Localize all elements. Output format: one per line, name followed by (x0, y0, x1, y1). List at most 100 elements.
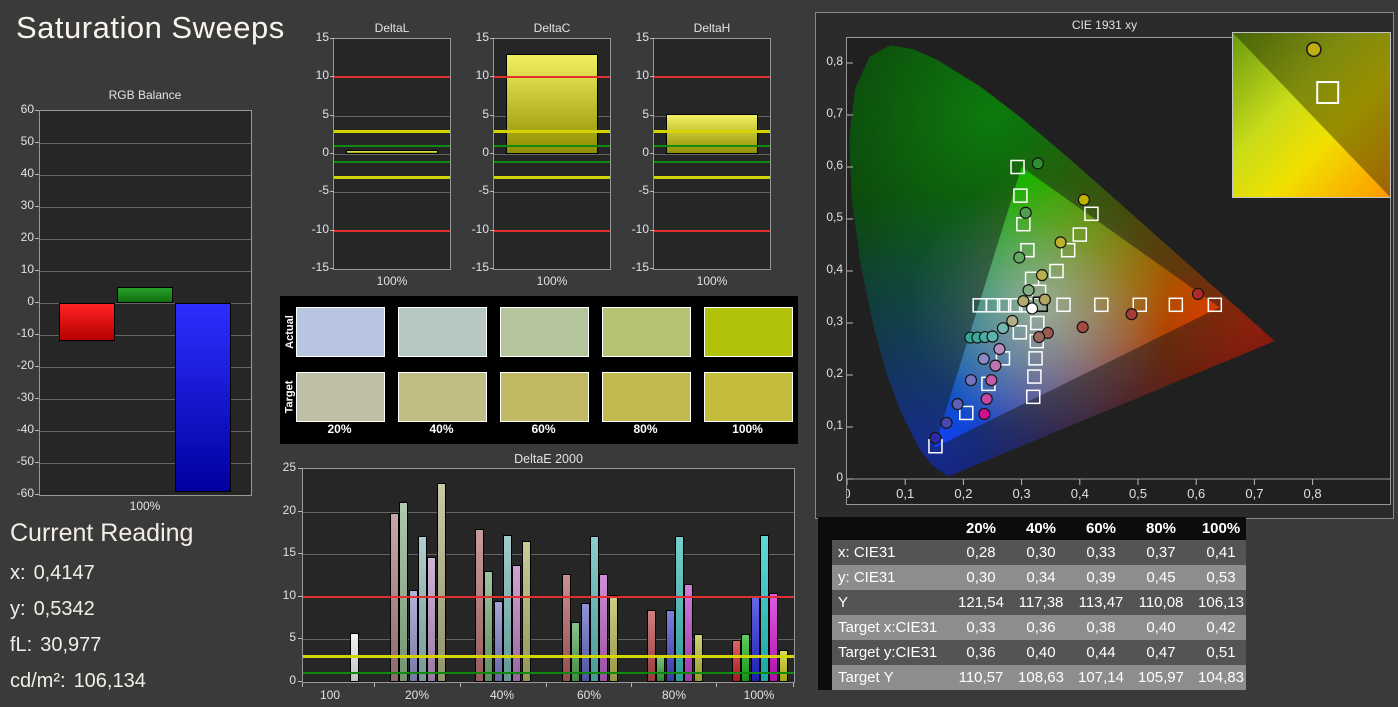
bar (684, 584, 694, 682)
table-row-label: Target Y (838, 669, 894, 686)
cie-x-tick-label: 0,3 (1013, 486, 1031, 501)
bar (731, 640, 741, 682)
y-axis-tick (35, 366, 39, 367)
reference-line (334, 76, 450, 79)
deltaL-chart: DeltaL 15 10 5 0 -5 -10 -15 100% (300, 8, 468, 293)
y-axis-label: -10 (631, 221, 649, 236)
y-axis-label: 10 (475, 68, 489, 83)
gridline (334, 115, 450, 117)
reference-line (654, 76, 770, 79)
table-value-cell: 0,28 (966, 544, 996, 561)
y-axis-label: 5 (289, 630, 296, 645)
deltae-x-tick (302, 683, 303, 687)
table-value-cell: 0,39 (1086, 569, 1116, 586)
deltae-x-label: 100% (743, 688, 775, 702)
bar (503, 534, 512, 682)
bar (646, 610, 656, 682)
y-axis-tick (330, 191, 334, 193)
reference-line (303, 654, 794, 658)
gridline (654, 154, 770, 155)
rgb-balance-plot (39, 110, 252, 496)
table-header-cell: 100% (1201, 520, 1241, 537)
y-axis-label: 15 (635, 30, 649, 44)
bar (408, 589, 418, 682)
gridline (40, 239, 251, 240)
gridline (40, 175, 251, 176)
gridline (40, 143, 251, 144)
table-value-cell: 0,40 (1026, 644, 1056, 661)
y-axis-label: 15 (475, 30, 489, 44)
cie-zoom-inset (1232, 32, 1391, 198)
y-axis-label: -50 (16, 454, 34, 468)
y-axis-label: 5 (482, 106, 489, 121)
table-row: Target Y 110,57 108,63 107,14 105,97 104,83 (818, 665, 1246, 690)
measured-point (993, 342, 1006, 356)
cie-y-tick-label: 0,2 (826, 366, 843, 380)
y-axis-label: -5 (638, 183, 649, 198)
table-row: y: CIE31 0,30 0,34 0,39 0,45 0,53 (818, 565, 1246, 590)
deltae-x-tick (793, 683, 794, 687)
table-value-cell: 0,33 (966, 619, 996, 636)
swatch-row-label: Target (283, 372, 296, 421)
swatch-col-label: 20% (327, 422, 352, 436)
deltaL-xlabel: 100% (376, 274, 408, 288)
deltae-x-tick (630, 683, 632, 687)
cie-y-tick-label: 0,6 (826, 158, 843, 172)
y-axis-label: 0 (289, 673, 296, 687)
swatch-row-label-text: Target (283, 380, 296, 413)
table-header-cell: 20% (965, 520, 997, 537)
swatch-col-label: 60% (531, 422, 556, 436)
y-axis-tick (650, 229, 654, 231)
y-axis-label: 10 (635, 68, 649, 83)
reference-line (494, 145, 610, 148)
table-gutter-cell (818, 540, 832, 565)
cie-y-tick-label: 0,1 (826, 418, 843, 432)
y-axis-label: 0 (482, 145, 489, 159)
table-value-cell: 113,47 (1078, 594, 1124, 611)
table-row: Target x:CIE31 0,33 0,36 0,38 0,40 0,42 (818, 615, 1246, 640)
deltae2000-title: DeltaE 2000 (514, 452, 583, 466)
deltae2000-chart: DeltaE 2000 100 20% 40% 60% 80% 100% 25 20 15 10 5… (260, 450, 820, 707)
current-reading-block: Current Reading x: 0,4147 y: 0,5342 fL: 30,… (10, 519, 193, 706)
table-row-label: Y (838, 594, 849, 611)
measured-point (1191, 287, 1205, 300)
y-axis-tick (35, 494, 39, 495)
gridline (303, 639, 794, 641)
gridline (40, 207, 251, 208)
y-axis-label: 0 (642, 145, 649, 159)
bar (346, 150, 438, 154)
y-axis-tick (650, 76, 654, 78)
reference-line (494, 229, 610, 232)
gridline (494, 192, 610, 194)
bar (59, 303, 115, 342)
measured-point (1006, 314, 1019, 328)
bar (665, 609, 675, 682)
cie-y-tick-label: 0,4 (826, 262, 843, 276)
deltae2000-plot (302, 468, 795, 683)
table-value-cell: 0,44 (1086, 644, 1116, 661)
target-swatch (500, 372, 589, 422)
y-axis-tick (650, 153, 654, 154)
y-axis-label: 30 (20, 198, 34, 212)
y-axis-label: -15 (311, 260, 329, 274)
saturation-sweeps-screen: { "page": {"title": "Saturation Sweeps",… (0, 0, 1398, 707)
cie-diagram-title: CIE 1931 xy (1071, 18, 1138, 32)
measured-point (1125, 308, 1138, 321)
y-axis-label: -30 (16, 390, 34, 404)
y-axis-tick (330, 153, 334, 154)
target-swatch (398, 372, 487, 422)
table-header-cell: 40% (1025, 520, 1057, 537)
y-axis-label: 25 (282, 460, 296, 474)
y-axis-label: -15 (631, 260, 649, 274)
y-axis-tick (650, 38, 654, 39)
actual-swatch (500, 307, 589, 357)
reading-cdm2: cd/m²: 106,134 (10, 670, 193, 706)
y-axis-tick (490, 153, 494, 154)
measured-point (977, 352, 990, 365)
table-value-cell: 0,36 (1026, 619, 1056, 636)
bar (117, 287, 173, 303)
reading-y-label: y: (10, 598, 26, 620)
gridline (334, 192, 450, 194)
bar (750, 595, 760, 682)
deltaH-xlabel: 100% (696, 274, 728, 288)
